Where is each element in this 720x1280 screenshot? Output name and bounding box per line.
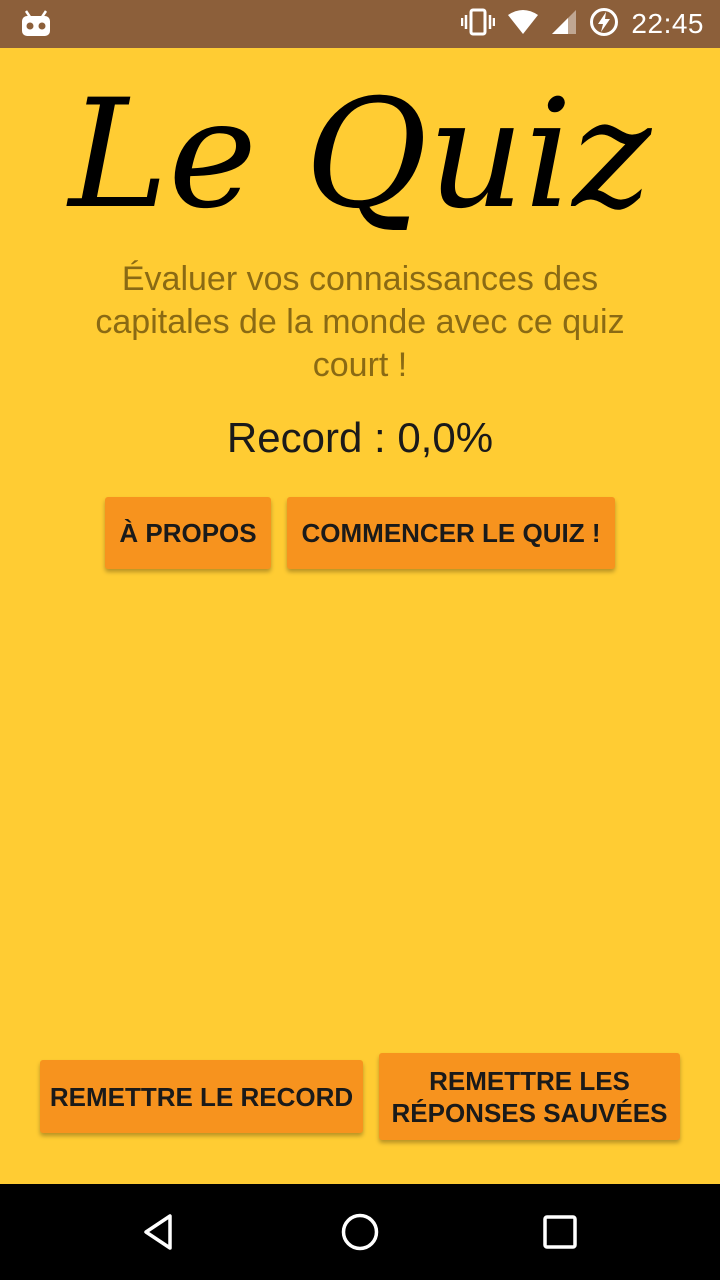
signal-icon xyxy=(551,9,577,40)
status-time: 22:45 xyxy=(631,8,704,39)
recents-icon[interactable] xyxy=(532,1204,588,1260)
reset-saved-answers-button[interactable]: REMETTRE LES RÉPONSES SAUVÉES xyxy=(379,1053,680,1140)
debug-icon xyxy=(20,10,52,38)
back-icon[interactable] xyxy=(132,1204,188,1260)
app-screen: 22:45 Le Quiz Évaluer vos connaissances … xyxy=(0,0,720,1280)
battery-charging-icon xyxy=(589,7,619,42)
about-button[interactable]: À PROPOS xyxy=(105,497,271,569)
record-label: Record : 0,0% xyxy=(226,414,494,461)
navigation-bar xyxy=(0,1184,720,1280)
app-title: Le Quiz xyxy=(68,68,652,242)
wifi-icon xyxy=(507,9,539,40)
start-quiz-button[interactable]: COMMENCER LE QUIZ ! xyxy=(287,497,615,569)
status-bar: 22:45 xyxy=(0,0,720,48)
home-icon[interactable] xyxy=(332,1204,388,1260)
app-subtitle: Évaluer vos connaissances des capitales … xyxy=(95,260,625,384)
reset-record-button[interactable]: REMETTRE LE RECORD xyxy=(40,1060,363,1133)
vibrate-icon xyxy=(461,8,496,41)
